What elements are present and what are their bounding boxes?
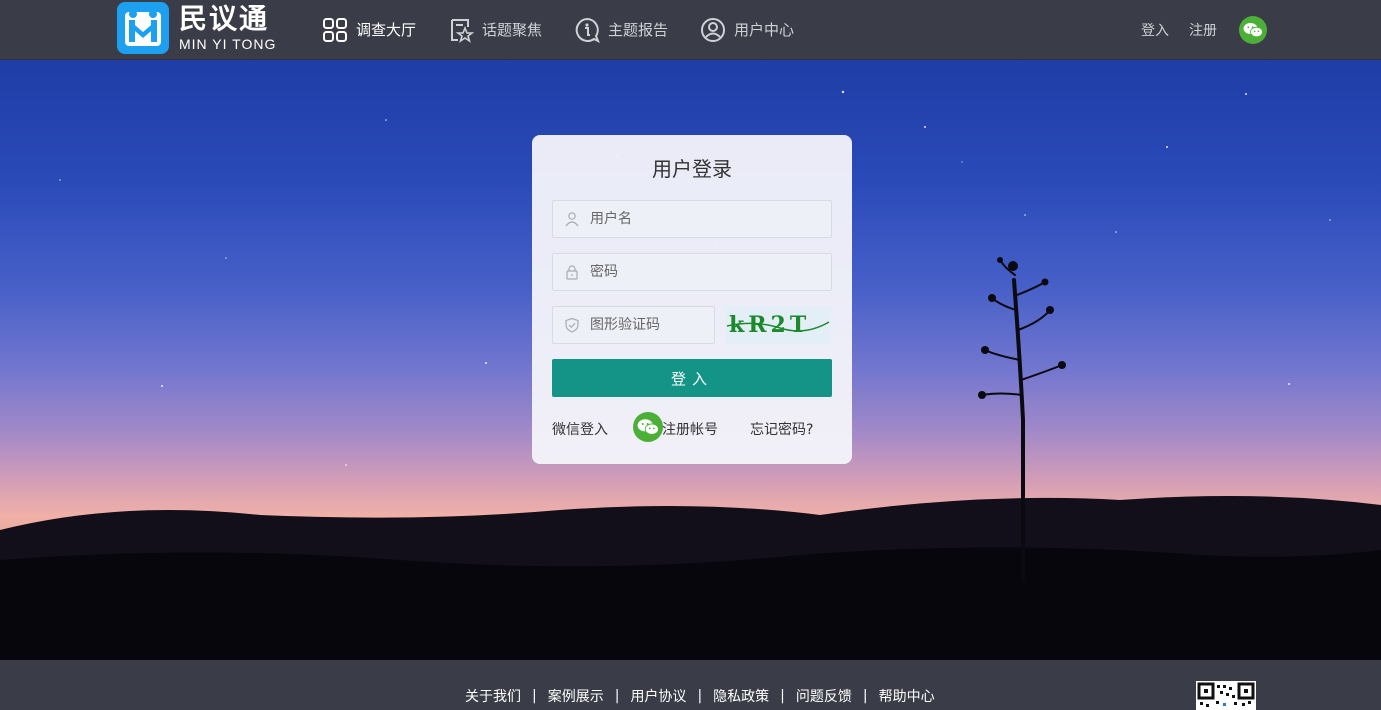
- password-field[interactable]: [552, 253, 832, 291]
- login-title: 用户登录: [652, 157, 732, 181]
- star-document-icon: [451, 18, 475, 43]
- captcha-field[interactable]: [552, 306, 715, 344]
- site-logo[interactable]: 民议通 MIN YI TONG: [117, 2, 276, 54]
- site-footer: 关于我们 | 案例展示 | 用户协议 | 隐私政策 | 问题反馈 | 帮助中心: [0, 660, 1381, 710]
- nav-label: 用户中心: [734, 21, 795, 39]
- footer-link-cases[interactable]: 案例展示: [548, 686, 604, 706]
- footer-separator: |: [614, 688, 620, 704]
- footer-link-privacy[interactable]: 隐私政策: [713, 686, 769, 706]
- username-input[interactable]: [590, 211, 820, 227]
- login-extra-links: 微信登入 注册帐号 忘记密码?: [552, 411, 842, 445]
- top-navigation-bar: 民议通 MIN YI TONG 调查大厅 话题聚焦 主题报告 用户中心 登入 注…: [0, 0, 1381, 60]
- logo-mark-icon: [117, 2, 169, 54]
- footer-separator: |: [532, 688, 537, 704]
- footer-separator: |: [780, 688, 785, 704]
- footer-link-about[interactable]: 关于我们: [465, 686, 521, 706]
- footer-separator: |: [697, 688, 703, 704]
- footer-link-user-agreement[interactable]: 用户协议: [630, 686, 686, 706]
- register-account-link[interactable]: 注册帐号: [662, 419, 718, 439]
- captcha-image[interactable]: kR2T: [725, 306, 831, 344]
- login-submit-button[interactable]: 登入: [552, 359, 832, 397]
- wechat-login-link[interactable]: 微信登入: [552, 419, 608, 439]
- nav-item-theme-report[interactable]: 主题报告: [574, 17, 668, 43]
- header-login-link[interactable]: 登入: [1141, 20, 1169, 40]
- wechat-icon[interactable]: [1239, 15, 1267, 44]
- footer-separator: |: [862, 688, 868, 704]
- logo-english-text: MIN YI TONG: [179, 36, 277, 52]
- username-field[interactable]: [552, 200, 832, 238]
- footer-link-help[interactable]: 帮助中心: [879, 686, 935, 706]
- main-nav: 调查大厅 话题聚焦 主题报告 用户中心: [322, 0, 826, 59]
- nav-item-survey-hall[interactable]: 调查大厅: [322, 17, 416, 43]
- info-bubble-icon: [575, 17, 600, 43]
- login-card: 用户登录 kR2T 登入 微信登入: [532, 135, 852, 464]
- nav-label: 话题聚焦: [482, 21, 543, 39]
- footer-links: 关于我们 | 案例展示 | 用户协议 | 隐私政策 | 问题反馈 | 帮助中心: [465, 686, 935, 706]
- footer-link-feedback[interactable]: 问题反馈: [796, 686, 852, 706]
- logo-chinese-text: 民议通: [179, 2, 270, 35]
- forgot-password-link[interactable]: 忘记密码?: [750, 419, 813, 439]
- lock-icon: [566, 265, 578, 280]
- grid-icon: [323, 17, 347, 42]
- header-register-link[interactable]: 注册: [1189, 20, 1217, 40]
- nav-item-user-center[interactable]: 用户中心: [700, 17, 794, 43]
- captcha-input[interactable]: [590, 317, 710, 333]
- nav-item-topic-focus[interactable]: 话题聚焦: [448, 17, 542, 43]
- user-circle-icon: [701, 17, 726, 42]
- shield-check-icon: [565, 317, 579, 333]
- wechat-login-icon[interactable]: [633, 412, 663, 442]
- nav-label: 主题报告: [608, 21, 669, 39]
- password-input[interactable]: [590, 264, 820, 280]
- nav-label: 调查大厅: [356, 21, 417, 39]
- user-icon: [565, 212, 579, 227]
- header-account-links: 登入 注册: [1121, 0, 1267, 59]
- qr-code-icon: [1196, 681, 1256, 710]
